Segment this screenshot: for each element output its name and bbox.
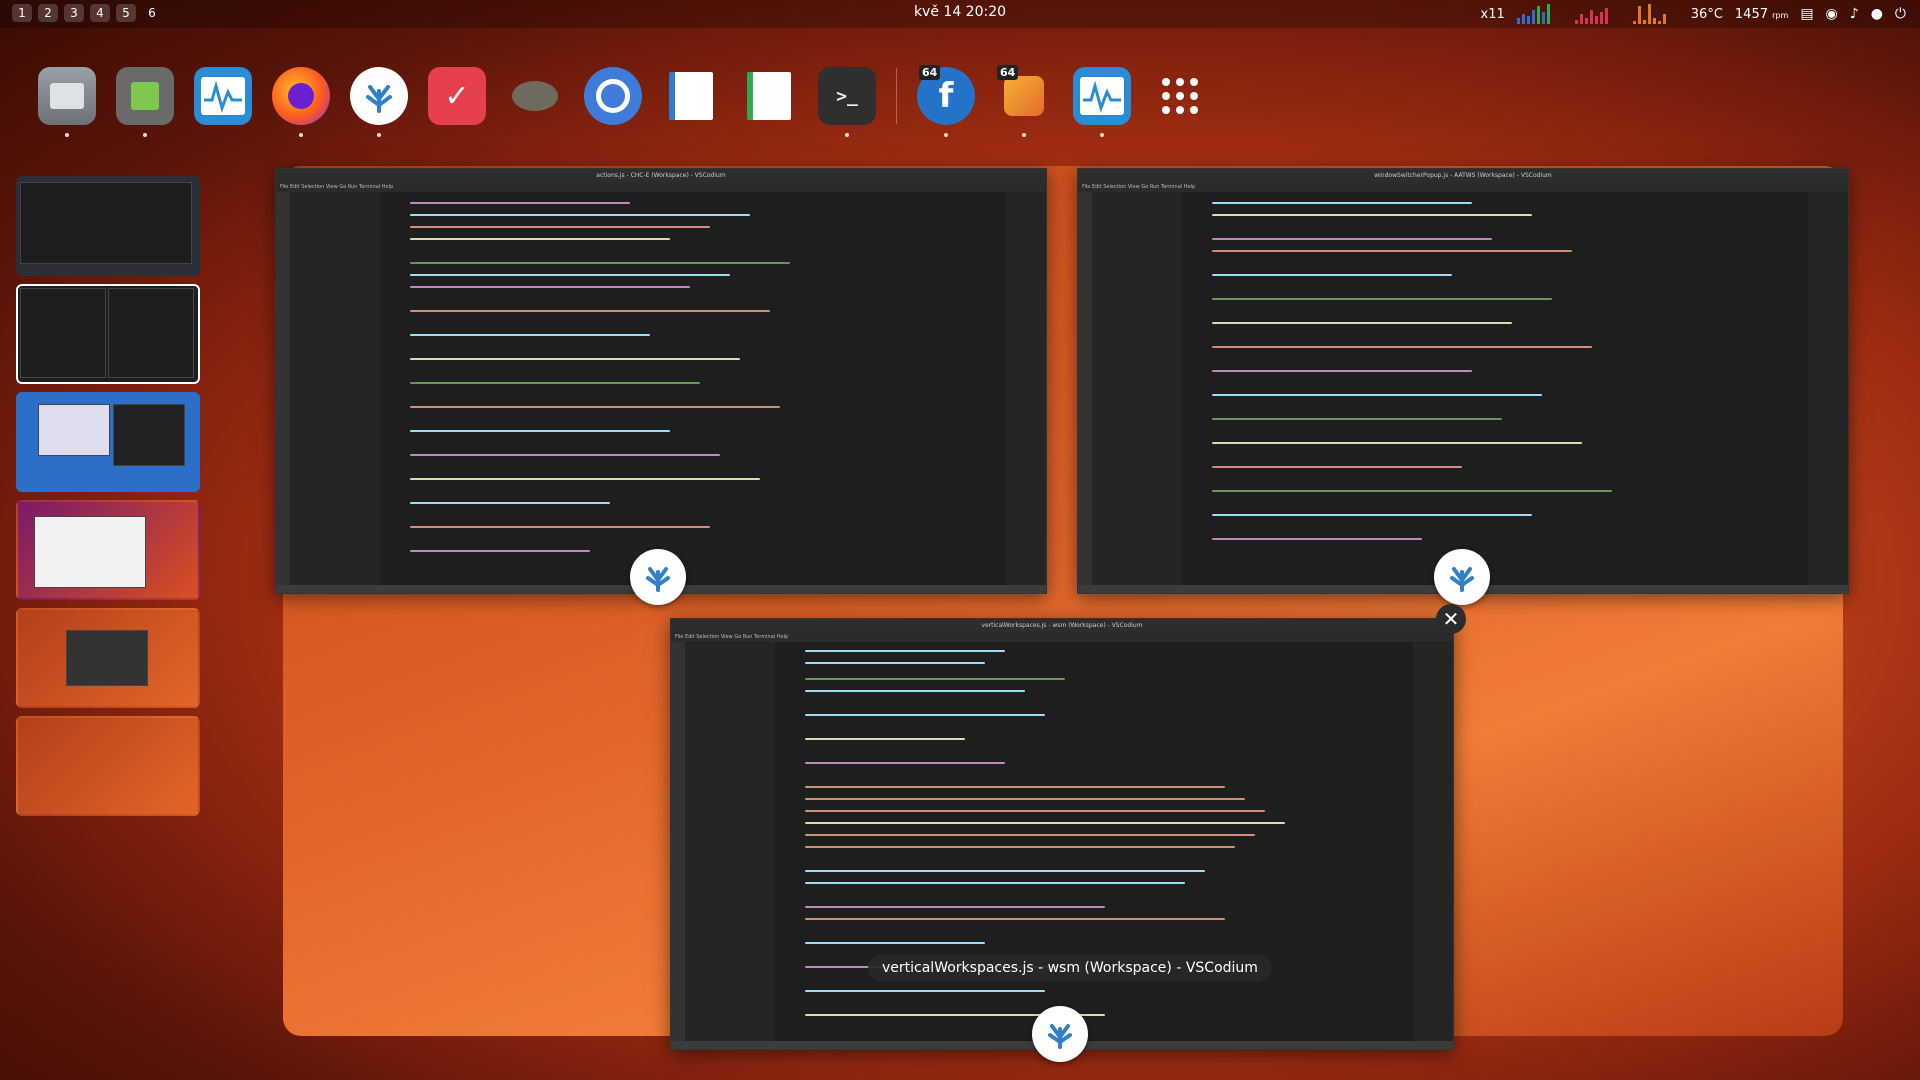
files-icon — [50, 83, 84, 109]
minimap — [1006, 192, 1046, 585]
calc-icon — [747, 72, 791, 120]
writer-icon — [669, 72, 713, 120]
window-caption: verticalWorkspaces.js - wsm (Workspace) … — [868, 954, 1272, 982]
dash: ✓ >_ 64 f 64 — [38, 60, 1209, 137]
minimap — [1413, 642, 1453, 1041]
gimp-icon — [512, 81, 558, 111]
vscodium-icon — [366, 85, 392, 113]
menu-bar: File Edit Selection View Go Run Terminal… — [1078, 182, 1848, 192]
wifi-icon[interactable]: ◉ — [1826, 6, 1838, 22]
firefox-icon — [288, 83, 314, 109]
window-title: actions.js - CHC-E (Workspace) - VSCodiu… — [276, 169, 1046, 182]
monitor-icon-2 — [1080, 77, 1124, 115]
window-verticalworkspaces-js[interactable]: verticalWorkspaces.js - wsm (Workspace) … — [670, 618, 1454, 1050]
code-editor — [1182, 192, 1848, 585]
activity-bar — [276, 192, 290, 585]
cpu-temp: 36°C — [1690, 6, 1723, 22]
top-bar: 1 2 3 4 5 6 kvě 14 20:20 x11 36°C 1457 r… — [0, 0, 1920, 28]
monitor-icon — [201, 77, 245, 115]
activity-bar — [1078, 192, 1092, 585]
memory-graph-icon[interactable] — [1574, 4, 1621, 24]
explorer-panel — [1092, 192, 1182, 585]
window-title: windowSwitcherPopup.js - AATWS (Workspac… — [1078, 169, 1848, 182]
vscodium-window-icon — [1434, 549, 1490, 605]
workspace-thumbnail-3[interactable] — [16, 392, 200, 492]
workspace-thumbnail-5[interactable] — [16, 608, 200, 708]
explorer-panel — [290, 192, 380, 585]
cpu-graph-icon[interactable] — [1516, 4, 1563, 24]
minimap — [1808, 192, 1848, 585]
writer-app[interactable] — [662, 67, 720, 125]
workspace-thumbnail-4[interactable] — [16, 500, 200, 600]
close-window-button[interactable]: ✕ — [1436, 604, 1466, 634]
workspace-thumbnail-1[interactable] — [16, 176, 200, 276]
system-monitor-app-2[interactable] — [1073, 67, 1131, 137]
menu-bar: File Edit Selection View Go Run Terminal… — [276, 182, 1046, 192]
vscodium-app[interactable] — [350, 67, 408, 137]
workspace-thumbnail-2[interactable] — [16, 284, 200, 384]
puzzle-icon — [131, 82, 159, 110]
workspace-thumbnails — [16, 176, 200, 824]
arch-badge: 64 — [919, 65, 941, 80]
microphone-icon[interactable]: ● — [1871, 6, 1883, 22]
gimp-app[interactable] — [506, 67, 564, 125]
extensions-app[interactable] — [116, 67, 174, 137]
window-title: verticalWorkspaces.js - wsm (Workspace) … — [671, 619, 1453, 632]
window-actions-js[interactable]: actions.js - CHC-E (Workspace) - VSCodiu… — [275, 168, 1047, 594]
code-editor — [380, 192, 1046, 585]
fedora-icon: f — [938, 76, 954, 116]
todo-app[interactable]: ✓ — [428, 67, 486, 125]
menu-bar: File Edit Selection View Go Run Terminal… — [671, 632, 1453, 642]
wine-icon — [1004, 76, 1044, 116]
terminal-app[interactable]: >_ — [818, 67, 876, 137]
system-tray: x11 36°C 1457 rpm ▤ ◉ ♪ ● ⏻ — [1481, 4, 1906, 24]
window-windowswitcherpopup-js[interactable]: windowSwitcherPopup.js - AATWS (Workspac… — [1077, 168, 1849, 594]
files-app[interactable] — [38, 67, 96, 137]
dock-separator — [896, 68, 897, 124]
x11-label: x11 — [1480, 6, 1505, 22]
show-apps-button[interactable] — [1151, 67, 1209, 125]
terminal-icon: >_ — [836, 85, 858, 107]
power-icon[interactable]: ⏻ — [1895, 6, 1906, 22]
explorer-panel — [685, 642, 775, 1041]
system-monitor-app[interactable] — [194, 67, 252, 125]
workspace-thumbnail-6[interactable] — [16, 716, 200, 816]
chromium-app[interactable] — [584, 67, 642, 125]
chromium-icon — [596, 79, 630, 113]
activity-bar — [671, 642, 685, 1041]
disk-graph-icon[interactable] — [1632, 4, 1679, 24]
arch-badge-2: 64 — [997, 65, 1019, 80]
clipboard-icon[interactable]: ▤ — [1800, 6, 1813, 22]
vscodium-window-icon — [630, 549, 686, 605]
firefox-app[interactable] — [272, 67, 330, 137]
todo-icon: ✓ — [444, 78, 470, 114]
wine-app[interactable]: 64 — [995, 65, 1053, 137]
wine-fedora-app[interactable]: 64 f — [917, 65, 975, 137]
fan-speed: 1457 rpm — [1734, 6, 1789, 22]
app-grid-icon — [1162, 78, 1198, 114]
vscodium-window-icon — [1032, 1006, 1088, 1062]
calc-app[interactable] — [740, 67, 798, 125]
volume-icon[interactable]: ♪ — [1850, 6, 1859, 22]
